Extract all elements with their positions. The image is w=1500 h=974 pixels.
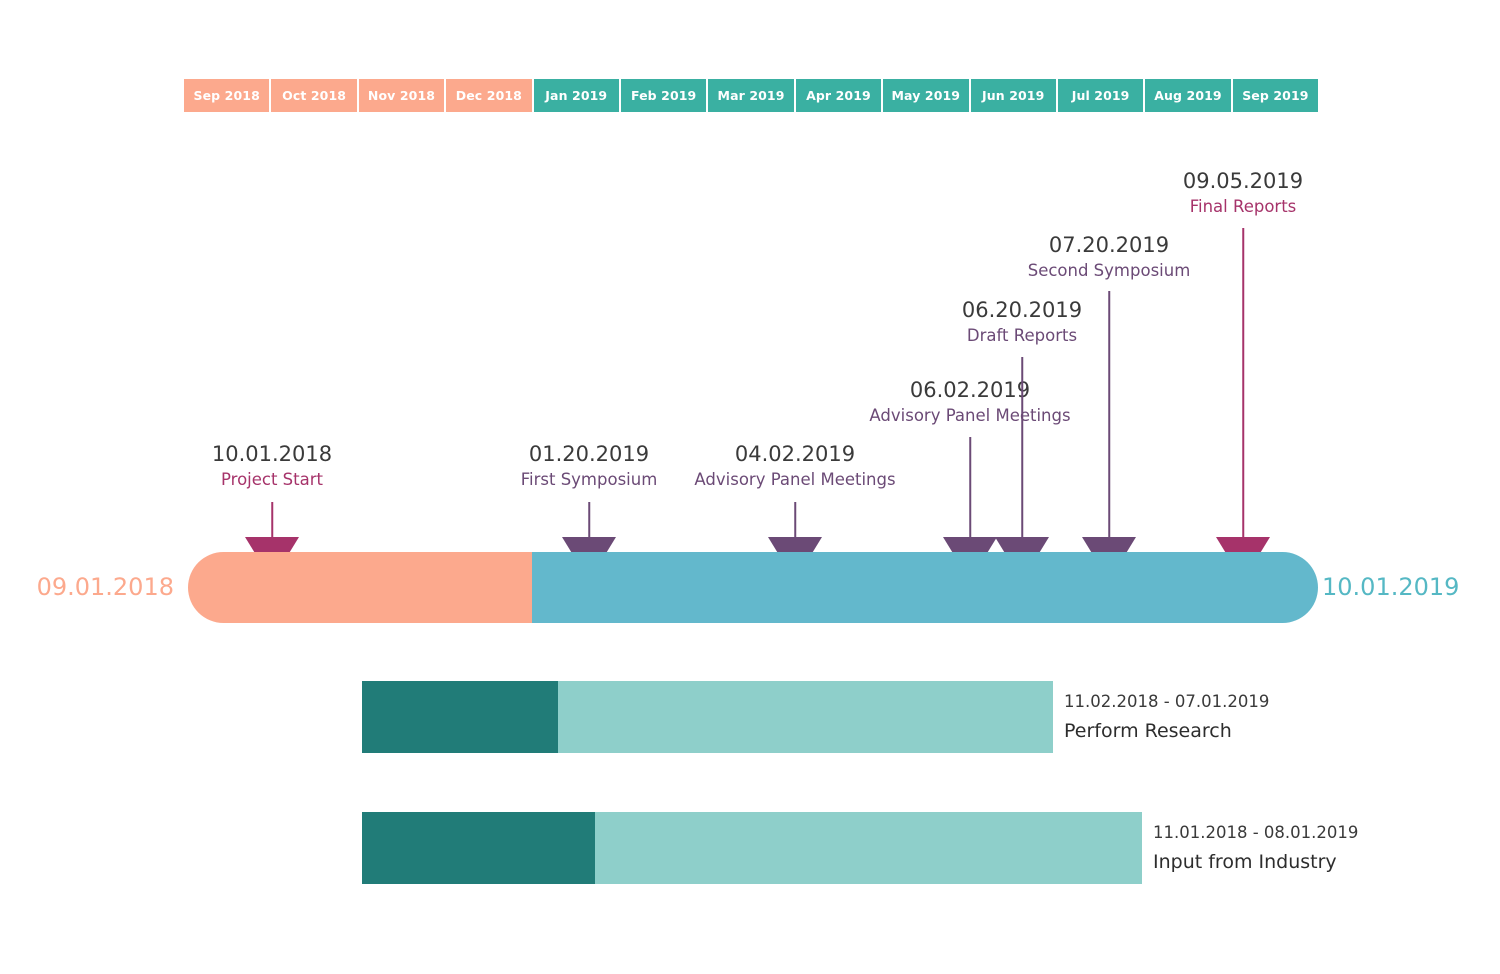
milestone-label[interactable]: 07.20.2019 Second Symposium: [1028, 231, 1191, 283]
milestone-label[interactable]: 10.01.2018 Project Start: [212, 440, 332, 492]
month-cell[interactable]: Jul 2019: [1057, 79, 1146, 112]
timeline-start-date: 09.01.2018: [36, 573, 174, 601]
milestone-name: Advisory Panel Meetings: [869, 406, 1071, 426]
task-remaining-segment: [595, 812, 1142, 884]
task-bar[interactable]: [362, 681, 1053, 753]
task-date-range: 11.01.2018 - 08.01.2019: [1153, 822, 1359, 842]
task-remaining-segment: [558, 681, 1053, 753]
month-cell[interactable]: Aug 2019: [1145, 79, 1233, 112]
milestone-date: 07.20.2019: [1048, 233, 1170, 257]
milestone-name: First Symposium: [520, 470, 658, 490]
task-row: 11.01.2018 - 08.01.2019 Input from Indust…: [0, 812, 1500, 884]
milestone-leader-line: [969, 437, 971, 542]
month-cell[interactable]: Sep 2019: [1232, 79, 1319, 112]
milestone-name: Advisory Panel Meetings: [694, 470, 896, 490]
timeline-remaining-segment: [532, 552, 1318, 623]
task-name: Input from Industry: [1153, 850, 1337, 873]
milestone-name: Project Start: [220, 470, 323, 490]
task-label-group: 11.01.2018 - 08.01.2019 Input from Indust…: [1142, 819, 1358, 877]
milestone-date: 01.20.2019: [528, 442, 650, 466]
milestone-leader-line: [1242, 228, 1244, 542]
milestone-leader-line: [1108, 291, 1110, 542]
main-timeline-bar[interactable]: [188, 552, 1318, 623]
milestone-name: Second Symposium: [1027, 261, 1191, 281]
month-cell[interactable]: Mar 2019: [708, 79, 796, 112]
timeline-elapsed-segment: [188, 552, 532, 623]
month-header-row: Sep 2018 Oct 2018 Nov 2018 Dec 2018 Jan 2019…: [184, 79, 1319, 112]
milestone-leader-line: [588, 502, 590, 542]
task-date-range: 11.02.2018 - 07.01.2019: [1064, 691, 1270, 711]
timeline-end-date: 10.01.2019: [1322, 573, 1460, 601]
task-label-group: 11.02.2018 - 07.01.2019 Perform Research: [1053, 688, 1269, 746]
month-cell[interactable]: Feb 2019: [620, 79, 709, 112]
month-cell[interactable]: Jan 2019: [533, 79, 621, 112]
month-cell[interactable]: Oct 2018: [271, 79, 359, 112]
milestone-label[interactable]: 04.02.2019 Advisory Panel Meetings: [694, 440, 895, 492]
milestone-date: 09.05.2019: [1182, 169, 1304, 193]
month-cell[interactable]: Jun 2019: [970, 79, 1058, 112]
milestone-leader-line: [1021, 357, 1023, 542]
month-cell[interactable]: May 2019: [883, 79, 971, 112]
milestone-name: Draft Reports: [966, 326, 1078, 346]
milestone-date: 10.01.2018: [211, 442, 333, 466]
task-progress-segment: [362, 681, 558, 753]
month-cell[interactable]: Apr 2019: [795, 79, 884, 112]
month-cell[interactable]: Sep 2018: [184, 79, 272, 112]
milestone-name: Final Reports: [1189, 197, 1297, 217]
milestone-label[interactable]: 01.20.2019 First Symposium: [521, 440, 658, 492]
task-name: Perform Research: [1064, 719, 1232, 742]
milestone-label[interactable]: 09.05.2019 Final Reports: [1183, 167, 1303, 219]
milestone-label[interactable]: 06.20.2019 Draft Reports: [962, 296, 1082, 348]
milestone-leader-line: [271, 502, 273, 542]
milestone-leader-line: [794, 502, 796, 542]
task-progress-segment: [362, 812, 595, 884]
month-cell[interactable]: Nov 2018: [358, 79, 447, 112]
task-row: 11.02.2018 - 07.01.2019 Perform Research: [0, 681, 1500, 753]
milestone-date: 06.20.2019: [961, 298, 1083, 322]
milestone-date: 06.02.2019: [909, 378, 1031, 402]
month-cell[interactable]: Dec 2018: [446, 79, 534, 112]
milestone-date: 04.02.2019: [734, 442, 856, 466]
task-bar[interactable]: [362, 812, 1142, 884]
milestone-label[interactable]: 06.02.2019 Advisory Panel Meetings: [869, 376, 1070, 428]
